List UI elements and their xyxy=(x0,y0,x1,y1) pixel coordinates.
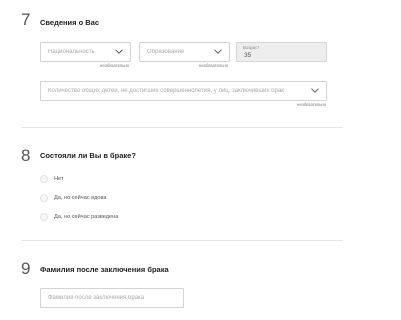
step-number-7: 7 xyxy=(21,10,31,29)
section-8-title: Состояли ли Вы в браке? xyxy=(40,151,136,160)
children-count-select[interactable]: Количество общих детей, не достигших сов… xyxy=(40,81,327,101)
children-count-optional-note: необязательно xyxy=(297,102,327,107)
nationality-optional-note: необязательно xyxy=(100,63,130,68)
radio-button[interactable] xyxy=(40,175,48,183)
age-field-value: 35 xyxy=(244,52,252,59)
chevron-down-icon xyxy=(115,41,123,59)
education-select-value: Образование xyxy=(147,49,185,55)
education-optional-note: необязательно xyxy=(199,63,229,68)
chevron-down-icon xyxy=(214,41,222,59)
section-7-title: Сведения о Вас xyxy=(40,18,100,27)
section-divider xyxy=(21,240,343,241)
age-field-label: Возраст xyxy=(243,45,260,50)
nationality-select-value: Национальность xyxy=(48,49,95,55)
children-count-select-value: Количество общих детей, не достигших сов… xyxy=(48,88,284,94)
radio-button[interactable] xyxy=(40,213,48,221)
chevron-down-icon xyxy=(311,80,319,98)
age-field: Возраст 35 xyxy=(236,42,327,62)
section-divider xyxy=(21,127,343,128)
radio-button[interactable] xyxy=(40,194,48,202)
section-9-title: Фамилия после заключения брака xyxy=(40,265,169,274)
step-number-8: 8 xyxy=(21,146,31,165)
nationality-select[interactable]: Национальность xyxy=(40,42,131,62)
education-select[interactable]: Образование xyxy=(139,42,230,62)
married-surname-input-placeholder: Фамилия после заключения брака xyxy=(48,295,145,301)
step-number-9: 9 xyxy=(21,259,31,278)
married-surname-input[interactable]: Фамилия после заключения брака xyxy=(40,288,184,308)
radio-label: Нет xyxy=(54,176,64,182)
radio-label: Да, но сейчас разведена xyxy=(54,214,119,220)
radio-label: Да, но сейчас вдова xyxy=(54,195,107,201)
